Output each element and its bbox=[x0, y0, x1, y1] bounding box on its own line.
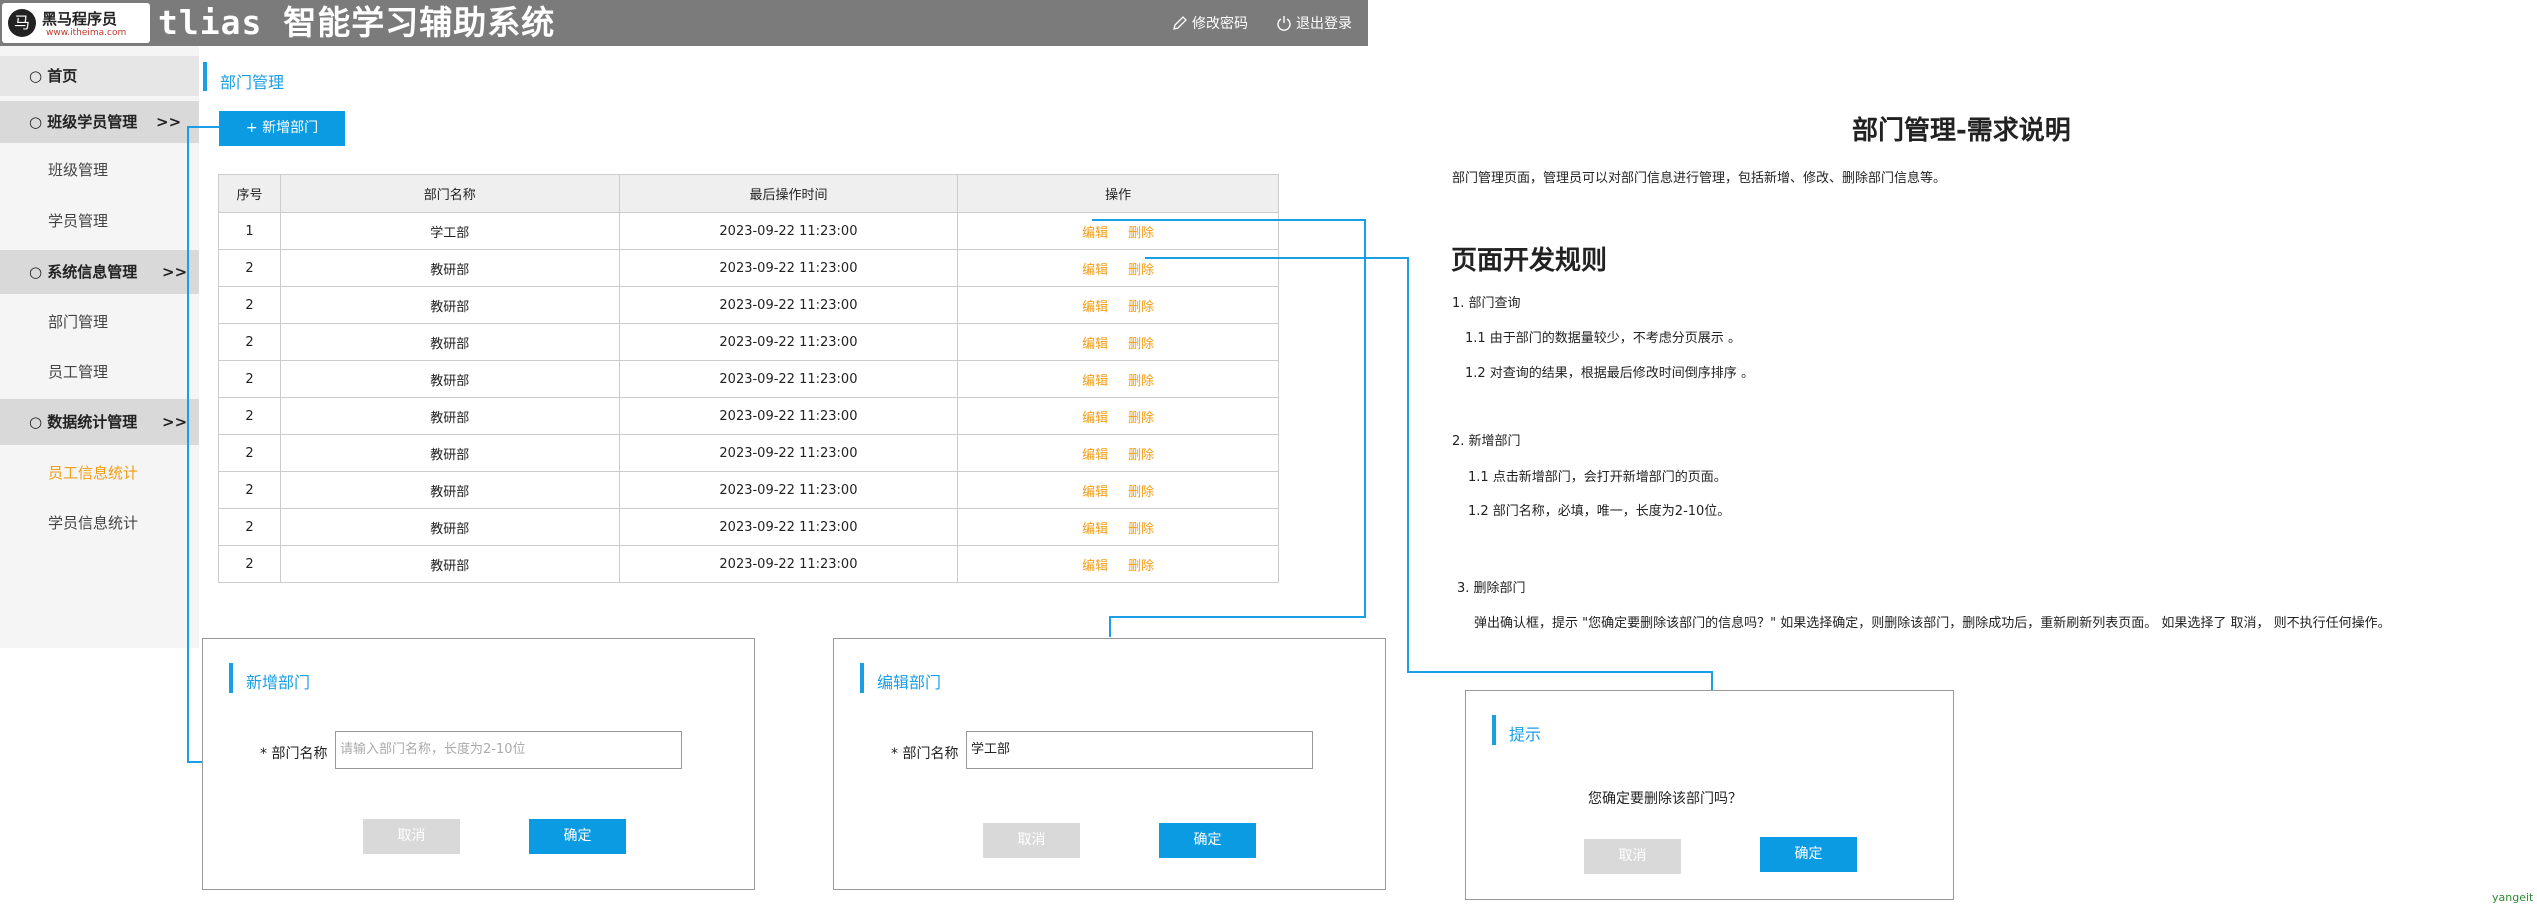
confirm-message: 您确定要删除该部门吗？ bbox=[1588, 791, 1742, 807]
doc-rule-1-1: 1.1 由于部门的数据量较少，不考虑分页展示 。 bbox=[1465, 331, 1741, 346]
add-dept-dialog: 新增部门 * 部门名称 请输入部门名称，长度为2-10位 取消 确定 bbox=[202, 638, 755, 890]
dialog-accent-bar bbox=[1492, 715, 1496, 745]
doc-section-2: 2. 新增部门 bbox=[1452, 434, 1521, 449]
doc-rule-3-1: 弹出确认框，提示 "您确定要删除该部门的信息吗？" 如果选择确定，则删除该部门，… bbox=[1474, 616, 2391, 631]
dept-name-input[interactable]: 请输入部门名称，长度为2-10位 bbox=[335, 731, 682, 769]
doc-intro: 部门管理页面，管理员可以对部门信息进行管理，包括新增、修改、删除部门信息等。 bbox=[1452, 171, 1947, 186]
ok-button[interactable]: 确定 bbox=[1159, 823, 1256, 858]
ok-button[interactable]: 确定 bbox=[1760, 837, 1857, 872]
doc-rule-1-2: 1.2 对查询的结果，根据最后修改时间倒序排序 。 bbox=[1465, 366, 1754, 381]
connector-edit bbox=[1092, 219, 1366, 637]
dialog-title: 编辑部门 bbox=[877, 673, 942, 692]
cancel-button[interactable]: 取消 bbox=[363, 819, 460, 854]
cancel-button[interactable]: 取消 bbox=[983, 823, 1080, 858]
ok-button[interactable]: 确定 bbox=[529, 819, 626, 854]
doc-rule-2-2: 1.2 部门名称，必填，唯一，长度为2-10位。 bbox=[1468, 504, 1731, 519]
cancel-button[interactable]: 取消 bbox=[1584, 839, 1681, 874]
doc-section-3: 3. 删除部门 bbox=[1457, 581, 1526, 596]
dept-name-label: * 部门名称 bbox=[260, 746, 328, 762]
doc-rules-title: 页面开发规则 bbox=[1451, 246, 1608, 276]
doc-section-1: 1. 部门查询 bbox=[1452, 296, 1521, 311]
screen: 马 黑马程序员 www.itheima.com tlias 智能学习辅助系统 修… bbox=[0, 0, 2537, 912]
doc-title: 部门管理-需求说明 bbox=[1852, 116, 2071, 146]
watermark: yangeit bbox=[2492, 891, 2534, 904]
dialog-accent-bar bbox=[860, 663, 864, 693]
edit-dept-dialog: 编辑部门 * 部门名称 学工部 取消 确定 bbox=[833, 638, 1386, 890]
dialog-accent-bar bbox=[229, 663, 233, 693]
dialog-title: 新增部门 bbox=[246, 673, 311, 692]
doc-rule-2-1: 1.1 点击新增部门，会打开新增部门的页面。 bbox=[1468, 470, 1727, 485]
dept-name-input[interactable]: 学工部 bbox=[966, 731, 1313, 769]
confirm-delete-dialog: 提示 您确定要删除该部门吗？ 取消 确定 bbox=[1465, 690, 1954, 900]
dept-name-label: * 部门名称 bbox=[891, 746, 959, 762]
dialog-title: 提示 bbox=[1509, 725, 1542, 744]
